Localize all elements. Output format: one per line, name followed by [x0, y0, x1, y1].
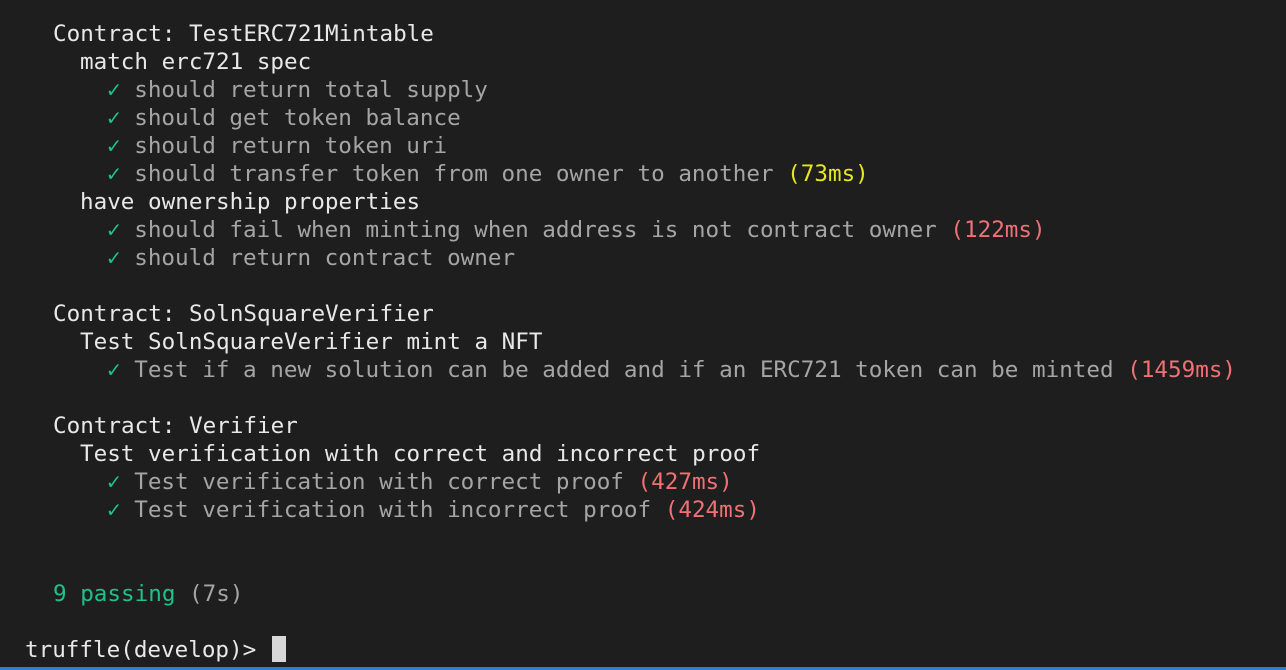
check-icon: ✓ — [107, 469, 121, 495]
test-name: Test if a new solution can be added and … — [134, 357, 1114, 383]
check-icon: ✓ — [107, 161, 121, 187]
group-title: Test SolnSquareVerifier mint a NFT — [80, 329, 543, 355]
group-title: have ownership properties — [80, 189, 421, 215]
test-name: should fail when minting when address is… — [134, 217, 937, 243]
check-icon: ✓ — [107, 497, 121, 523]
summary-line: 9 passing (7s) — [53, 580, 243, 608]
test-row: ✓ should fail when minting when address … — [107, 216, 1046, 244]
test-row: ✓ Test if a new solution can be added an… — [107, 356, 1236, 384]
check-icon: ✓ — [107, 357, 121, 383]
test-name: should return total supply — [134, 77, 488, 103]
text-cursor[interactable] — [271, 636, 286, 662]
test-name: Test verification with incorrect proof — [134, 497, 652, 523]
test-duration: (424ms) — [664, 497, 760, 523]
test-row: ✓ Test verification with correct proof (… — [107, 468, 733, 496]
suite-title: Contract: SolnSquareVerifier — [53, 301, 434, 327]
test-row: ✓ should return contract owner — [107, 244, 515, 272]
total-time: (7s) — [189, 581, 244, 607]
test-row: ✓ should transfer token from one owner t… — [107, 160, 869, 188]
test-row: ✓ Test verification with incorrect proof… — [107, 496, 760, 524]
test-name: should transfer token from one owner to … — [134, 161, 774, 187]
check-icon: ✓ — [107, 245, 121, 271]
terminal-window[interactable]: Contract: TestERC721Mintable match erc72… — [0, 0, 1286, 670]
suite-title: Contract: TestERC721Mintable — [53, 21, 434, 47]
check-icon: ✓ — [107, 77, 121, 103]
test-duration: (427ms) — [637, 469, 733, 495]
command-prompt[interactable]: truffle(develop)> — [25, 636, 286, 664]
check-icon: ✓ — [107, 133, 121, 159]
prompt-text: truffle(develop)> — [25, 637, 257, 663]
test-name: should return contract owner — [134, 245, 516, 271]
test-duration: (122ms) — [950, 217, 1046, 243]
test-name: should return token uri — [134, 133, 448, 159]
test-name: should get token balance — [134, 105, 461, 131]
test-row: ✓ should get token balance — [107, 104, 461, 132]
check-icon: ✓ — [107, 105, 121, 131]
check-icon: ✓ — [107, 217, 121, 243]
test-name: Test verification with correct proof — [134, 469, 624, 495]
test-duration: (1459ms) — [1127, 357, 1237, 383]
test-row: ✓ should return total supply — [107, 76, 488, 104]
group-title: Test verification with correct and incor… — [80, 441, 761, 467]
suite-title: Contract: Verifier — [53, 413, 298, 439]
test-duration: (73ms) — [787, 161, 869, 187]
test-row: ✓ should return token uri — [107, 132, 447, 160]
group-title: match erc721 spec — [80, 49, 312, 75]
passing-count: 9 passing — [53, 581, 176, 607]
